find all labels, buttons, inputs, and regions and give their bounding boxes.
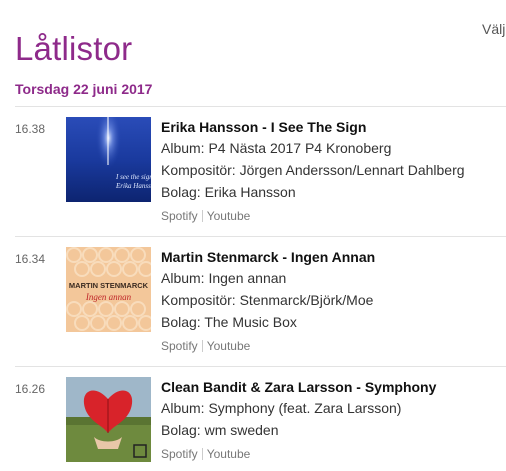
spotify-link[interactable]: Spotify [161,209,198,223]
song-title: Martin Stenmarck - Ingen Annan [161,249,376,265]
entry-time: 16.26 [15,382,46,396]
divider [15,236,506,237]
label-line: Bolag: wm sweden [161,422,279,438]
cover-text: Erika Hansson [115,182,151,190]
divider [15,366,506,367]
page-title: Låtlistor [15,30,133,68]
youtube-link[interactable]: Youtube [207,209,251,223]
album-cover[interactable] [66,377,151,462]
label-line: Bolag: Erika Hansson [161,184,296,200]
link-separator [201,210,203,222]
cover-text: I see the sign [115,173,151,181]
album-line: Album: Symphony (feat. Zara Larsson) [161,400,402,416]
link-separator [201,448,203,460]
youtube-link[interactable]: Youtube [207,447,251,461]
cover-text: Ingen annan [85,292,132,302]
composer-line: Kompositör: Jörgen Andersson/Lennart Dah… [161,162,465,178]
album-line: Album: Ingen annan [161,270,287,286]
select-dropdown[interactable]: Välj [482,21,505,37]
cover-text: MARTIN STENMARCK [69,281,149,290]
album-cover[interactable]: I see the sign Erika Hansson [66,117,151,202]
date-heading: Torsdag 22 juni 2017 [15,81,153,97]
album-line: Album: P4 Nästa 2017 P4 Kronoberg [161,140,392,156]
composer-line: Kompositör: Stenmarck/Björk/Moe [161,292,374,308]
song-title: Clean Bandit & Zara Larsson - Symphony [161,379,437,395]
link-separator [201,340,203,352]
spotify-link[interactable]: Spotify [161,447,198,461]
song-title: Erika Hansson - I See The Sign [161,119,367,135]
album-cover[interactable]: MARTIN STENMARCK Ingen annan [66,247,151,332]
label-line: Bolag: The Music Box [161,314,297,330]
divider [15,106,506,107]
youtube-link[interactable]: Youtube [207,339,251,353]
entry-time: 16.38 [15,122,46,136]
spotify-link[interactable]: Spotify [161,339,198,353]
entry-time: 16.34 [15,252,46,266]
